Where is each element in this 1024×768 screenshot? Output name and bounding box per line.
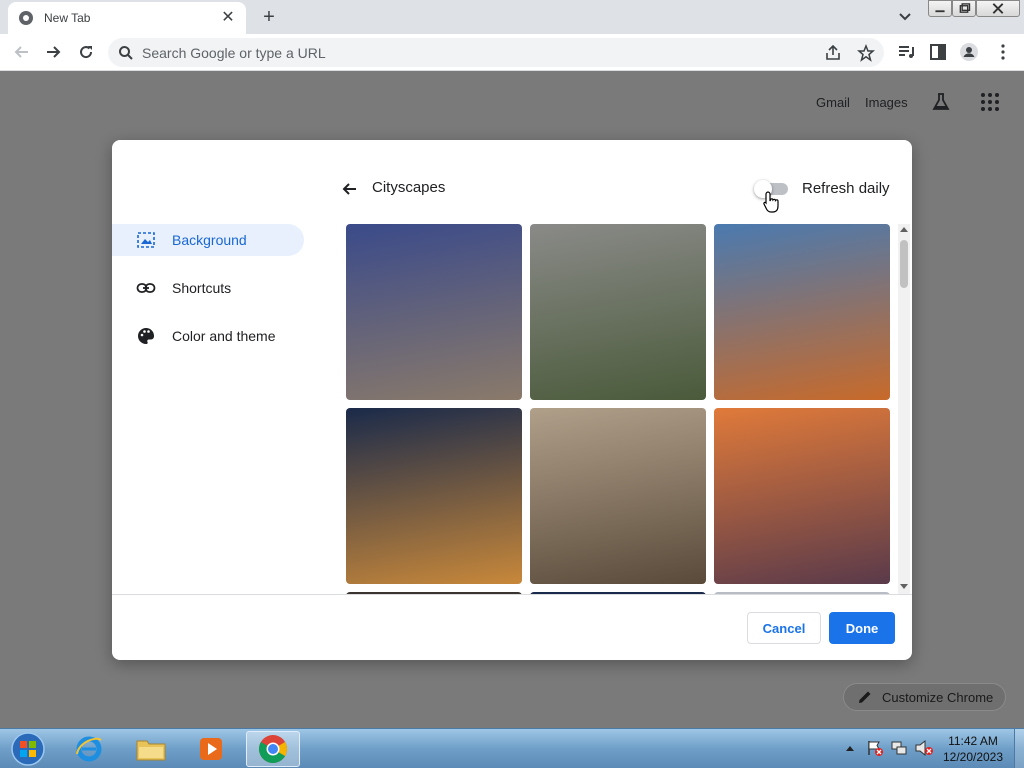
windows-start-orb-icon xyxy=(11,732,45,766)
omnibox[interactable]: Search Google or type a URL xyxy=(108,38,884,67)
browser-toolbar: Search Google or type a URL xyxy=(0,34,1024,71)
side-panel-icon[interactable] xyxy=(928,42,948,62)
nav-item-label: Color and theme xyxy=(172,328,276,344)
pencil-icon xyxy=(859,691,871,703)
tile-half-timbered-house[interactable] xyxy=(346,224,522,400)
image-icon xyxy=(137,232,155,248)
forward-icon[interactable] xyxy=(43,42,63,62)
google-apps-icon[interactable] xyxy=(980,92,1000,112)
customize-dialog: Background Shortcuts Color and theme Cit… xyxy=(112,140,912,660)
link-icon xyxy=(136,283,156,293)
media-queue-icon[interactable] xyxy=(896,42,916,62)
start-button[interactable] xyxy=(0,731,56,767)
footer-divider xyxy=(112,594,912,595)
media-player-icon xyxy=(200,738,222,760)
scrollbar-thumb[interactable] xyxy=(900,240,908,288)
clock-time: 11:42 AM xyxy=(948,734,998,748)
scroll-down-icon[interactable] xyxy=(900,582,908,590)
clock-date: 12/20/2023 xyxy=(942,750,1004,764)
windows-taskbar: 11:42 AM 12/20/2023 xyxy=(0,728,1024,768)
omnibox-placeholder: Search Google or type a URL xyxy=(142,44,326,61)
tab-strip: New Tab ✕ + xyxy=(0,0,1024,34)
restore-button[interactable] xyxy=(952,0,976,17)
taskbar-media-player[interactable] xyxy=(184,731,238,767)
folder-icon xyxy=(136,740,166,761)
share-icon[interactable] xyxy=(824,44,842,62)
palette-icon xyxy=(138,328,155,344)
nav-item-color-and-theme[interactable]: Color and theme xyxy=(112,320,304,352)
back-arrow-icon[interactable] xyxy=(340,179,360,199)
chrome-favicon-icon xyxy=(19,11,33,25)
close-window-button[interactable] xyxy=(976,0,1020,17)
nav-item-background[interactable]: Background xyxy=(112,224,304,256)
chrome-icon xyxy=(259,735,287,763)
volume-muted-icon[interactable] xyxy=(914,739,934,757)
new-tab-button[interactable]: + xyxy=(258,6,280,28)
images-link[interactable]: Images xyxy=(865,95,908,110)
customize-label: Customize Chrome xyxy=(882,689,994,705)
bookmark-star-icon[interactable] xyxy=(857,44,875,62)
tab-search-chevron-icon[interactable] xyxy=(895,8,915,26)
system-clock[interactable]: 11:42 AM 12/20/2023 xyxy=(940,733,1006,765)
tab-close-icon[interactable]: ✕ xyxy=(220,10,236,26)
collection-title: Cityscapes xyxy=(372,179,446,196)
internet-explorer-icon xyxy=(76,736,102,762)
minimize-button[interactable] xyxy=(928,0,952,17)
done-button[interactable]: Done xyxy=(829,612,895,644)
gmail-link[interactable]: Gmail xyxy=(816,95,850,110)
labs-flask-icon[interactable] xyxy=(930,91,952,113)
search-icon xyxy=(119,45,133,60)
profile-avatar-icon[interactable] xyxy=(959,42,979,62)
nav-item-label: Shortcuts xyxy=(172,280,232,296)
tile-salzburg-night[interactable] xyxy=(346,408,522,584)
taskbar-file-explorer[interactable] xyxy=(124,731,178,767)
hand-cursor-icon xyxy=(763,191,779,213)
nav-item-shortcuts[interactable]: Shortcuts xyxy=(112,272,304,304)
scroll-up-icon[interactable] xyxy=(900,226,908,234)
close-window-icon xyxy=(992,3,1004,14)
tab-title: New Tab xyxy=(44,11,91,25)
tile-neuschwanstein[interactable] xyxy=(714,224,890,400)
reload-icon[interactable] xyxy=(76,42,96,62)
tab-new-tab[interactable]: New Tab ✕ xyxy=(8,2,246,34)
tray-expand-icon[interactable] xyxy=(845,744,855,752)
tile-golden-gate[interactable] xyxy=(714,408,890,584)
tile-cobbled-street[interactable] xyxy=(530,408,706,584)
refresh-daily-label: Refresh daily xyxy=(802,180,890,197)
grid-scrollbar[interactable] xyxy=(898,224,910,594)
nav-item-label: Background xyxy=(172,232,247,248)
taskbar-internet-explorer[interactable] xyxy=(62,731,116,767)
tile-hilltop-castle[interactable] xyxy=(530,224,706,400)
minimize-icon xyxy=(935,10,945,13)
background-image-grid xyxy=(346,224,896,594)
back-icon[interactable] xyxy=(12,42,32,62)
taskbar-chrome[interactable] xyxy=(246,731,300,767)
customize-chrome-button[interactable]: Customize Chrome xyxy=(843,683,1006,711)
cancel-button[interactable]: Cancel xyxy=(747,612,821,644)
restore-icon xyxy=(959,3,971,13)
action-center-flag-icon[interactable] xyxy=(866,739,884,757)
network-icon[interactable] xyxy=(890,739,908,757)
kebab-menu-icon[interactable] xyxy=(993,42,1013,62)
show-desktop-button[interactable] xyxy=(1014,729,1024,768)
